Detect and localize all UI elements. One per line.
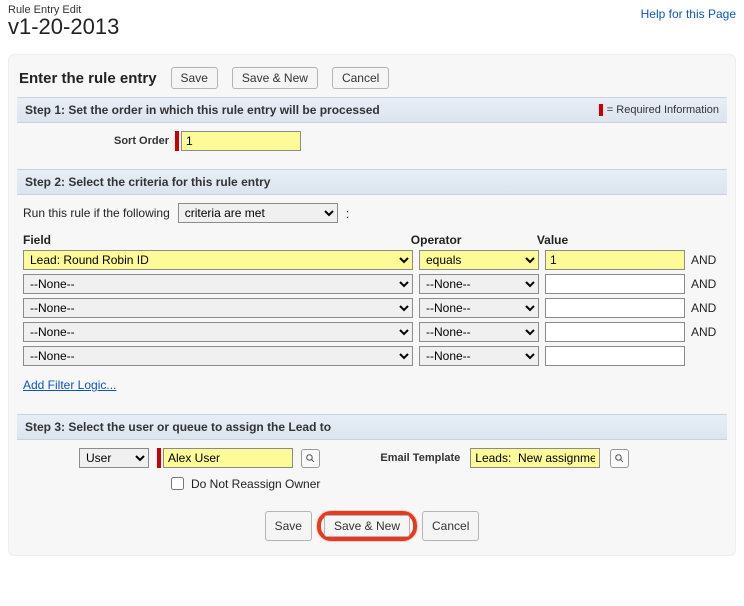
criteria-field-select[interactable]: --None-- bbox=[23, 322, 413, 342]
add-filter-logic-link[interactable]: Add Filter Logic... bbox=[23, 378, 116, 392]
criteria-value-input[interactable] bbox=[545, 298, 685, 318]
step1-title: Step 1: Set the order in which this rule… bbox=[25, 103, 380, 117]
criteria-value-input[interactable] bbox=[545, 274, 685, 294]
panel-heading: Enter the rule entry bbox=[19, 70, 157, 87]
do-not-reassign-label: Do Not Reassign Owner bbox=[191, 477, 320, 491]
required-indicator-icon bbox=[599, 104, 603, 116]
and-label: AND bbox=[691, 325, 716, 339]
criteria-row: --None-- --None-- AND bbox=[23, 274, 721, 294]
edit-panel: Enter the rule entry Save Save & New Can… bbox=[8, 54, 736, 556]
criteria-operator-select[interactable]: --None-- bbox=[419, 346, 539, 366]
and-label: AND bbox=[691, 253, 716, 267]
criteria-value-input[interactable] bbox=[545, 322, 685, 342]
col-value-header: Value bbox=[537, 233, 682, 247]
and-label: AND bbox=[691, 277, 716, 291]
step2-title: Step 2: Select the criteria for this rul… bbox=[25, 175, 270, 189]
criteria-table: Field Operator Value Lead: Round Robin I… bbox=[23, 233, 721, 366]
do-not-reassign-checkbox[interactable] bbox=[171, 477, 184, 490]
save-and-new-highlight: Save & New bbox=[317, 511, 417, 541]
required-bar-icon bbox=[157, 448, 161, 468]
email-template-input[interactable] bbox=[470, 448, 600, 468]
assignee-input[interactable] bbox=[163, 448, 293, 468]
cancel-button-bottom[interactable]: Cancel bbox=[422, 511, 479, 541]
save-button-bottom[interactable]: Save bbox=[265, 511, 312, 541]
step3-bar: Step 3: Select the user or queue to assi… bbox=[17, 414, 727, 440]
criteria-row: --None-- --None-- bbox=[23, 346, 721, 366]
save-button-top[interactable]: Save bbox=[171, 67, 218, 89]
criteria-mode-select[interactable]: criteria are met bbox=[178, 203, 338, 223]
sort-order-input[interactable] bbox=[181, 131, 301, 151]
assignee-type-select[interactable]: User bbox=[79, 448, 149, 468]
run-rule-prefix: Run this rule if the following bbox=[23, 206, 170, 220]
required-note: = Required Information bbox=[599, 104, 719, 116]
assignee-lookup-icon[interactable] bbox=[301, 449, 320, 468]
criteria-field-select[interactable]: --None-- bbox=[23, 298, 413, 318]
criteria-value-input[interactable] bbox=[545, 250, 685, 270]
cancel-button-top[interactable]: Cancel bbox=[332, 67, 389, 89]
page-title: v1-20-2013 bbox=[8, 14, 119, 40]
criteria-operator-select[interactable]: equals bbox=[419, 250, 539, 270]
criteria-field-select[interactable]: Lead: Round Robin ID bbox=[23, 250, 413, 270]
criteria-operator-select[interactable]: --None-- bbox=[419, 274, 539, 294]
sort-order-label: Sort Order bbox=[19, 135, 169, 147]
criteria-field-select[interactable]: --None-- bbox=[23, 274, 413, 294]
email-template-label: Email Template bbox=[380, 452, 460, 464]
criteria-row: --None-- --None-- AND bbox=[23, 298, 721, 318]
criteria-row: --None-- --None-- AND bbox=[23, 322, 721, 342]
criteria-operator-select[interactable]: --None-- bbox=[419, 298, 539, 318]
criteria-row: Lead: Round Robin ID equals AND bbox=[23, 250, 721, 270]
step3-title: Step 3: Select the user or queue to assi… bbox=[25, 420, 331, 434]
help-link[interactable]: Help for this Page bbox=[641, 7, 736, 21]
save-and-new-button-bottom[interactable]: Save & New bbox=[324, 515, 410, 537]
email-template-lookup-icon[interactable] bbox=[610, 449, 629, 468]
step2-bar: Step 2: Select the criteria for this rul… bbox=[17, 169, 727, 195]
criteria-field-select[interactable]: --None-- bbox=[23, 346, 413, 366]
col-field-header: Field bbox=[23, 233, 411, 247]
criteria-operator-select[interactable]: --None-- bbox=[419, 322, 539, 342]
save-and-new-button-top[interactable]: Save & New bbox=[232, 67, 318, 89]
and-label: AND bbox=[691, 301, 716, 315]
required-bar-icon bbox=[175, 131, 179, 151]
criteria-value-input[interactable] bbox=[545, 346, 685, 366]
col-operator-header: Operator bbox=[411, 233, 537, 247]
step1-bar: Step 1: Set the order in which this rule… bbox=[17, 97, 727, 123]
